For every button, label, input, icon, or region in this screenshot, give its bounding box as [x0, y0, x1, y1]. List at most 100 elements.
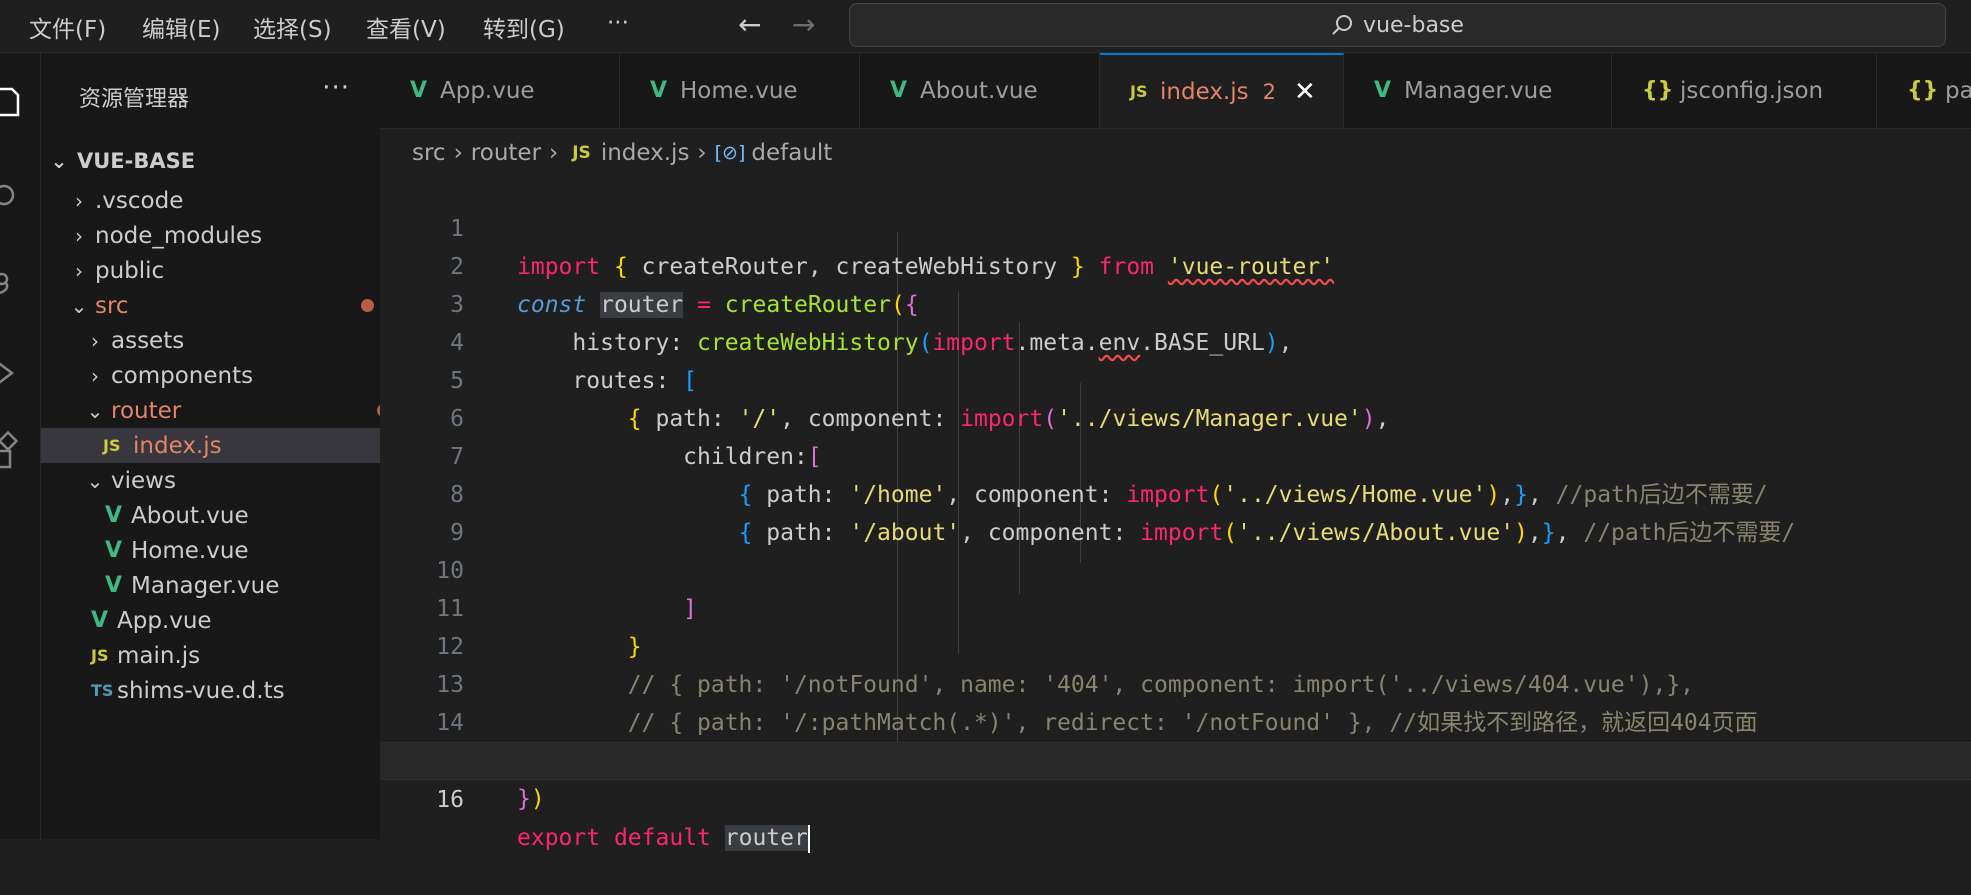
more-actions-icon[interactable]: ···	[322, 73, 350, 103]
menu-file[interactable]: 文件(F)	[29, 10, 106, 44]
tree-folder-views[interactable]: ⌄ views	[41, 463, 424, 498]
vue-file-icon: V	[890, 78, 908, 103]
chevron-right-icon: ›	[91, 363, 99, 388]
line-number: 16	[436, 787, 464, 813]
tree-folder-vscode[interactable]: › .vscode	[41, 183, 408, 218]
tree-folder-router[interactable]: ⌄ router	[41, 393, 424, 428]
tab-label: jsconfig.json	[1680, 77, 1824, 104]
code-editor[interactable]: 1 import { createRouter, createWebHistor…	[380, 172, 1971, 853]
code-text: })	[517, 786, 545, 812]
tree-file-app-vue[interactable]: V App.vue	[41, 603, 430, 638]
chevron-right-icon: ›	[697, 140, 707, 166]
code-line: 3 history: createWebHistory(import.meta.…	[380, 248, 1971, 356]
tab-label: About.vue	[920, 77, 1038, 104]
workspace-root-label: VUE-BASE	[77, 149, 196, 173]
breadcrumb-router[interactable]: router	[471, 140, 541, 166]
chevron-right-icon: ›	[75, 258, 83, 283]
tab-about-vue[interactable]: V About.vue	[860, 53, 1100, 128]
tree-file-main-js[interactable]: JS main.js	[41, 638, 430, 673]
code-line: 13 // { path: '/:pathMatch(.*)', redirec…	[380, 628, 1971, 736]
menu-edit[interactable]: 编辑(E)	[142, 10, 220, 44]
vue-file-icon: V	[105, 503, 123, 528]
tree-folder-components[interactable]: › components	[41, 358, 424, 393]
tree-label: src	[95, 292, 129, 319]
vue-file-icon: V	[1374, 78, 1392, 103]
breadcrumb: src › router › JS index.js › [⊘] default	[412, 136, 832, 170]
chevron-down-icon: ⌄	[86, 468, 104, 493]
vue-file-icon: V	[410, 78, 428, 103]
explorer-icon[interactable]	[0, 81, 40, 121]
code-line: 4 routes: [	[380, 286, 1971, 394]
explorer-sidebar: 资源管理器 ··· ⌄ VUE-BASE › .vscode › node_mo…	[41, 53, 442, 839]
tree-label: public	[95, 257, 165, 284]
tree-label: main.js	[117, 642, 201, 669]
tree-label: Manager.vue	[131, 572, 280, 599]
tree-label: assets	[111, 327, 185, 354]
command-center-search[interactable]: vue-base	[849, 3, 1946, 47]
search-icon	[1332, 15, 1353, 35]
tab-label: index.js	[1160, 78, 1249, 105]
json-file-icon: {}	[1907, 78, 1939, 103]
chevron-right-icon: ›	[91, 328, 99, 353]
extensions-icon[interactable]	[0, 431, 40, 471]
code-line: 11 }	[380, 552, 1971, 660]
tree-folder-src[interactable]: ⌄ src	[41, 288, 408, 323]
symbol-variable-icon: [⊘]	[714, 142, 746, 164]
activity-bar	[0, 53, 41, 839]
tree-folder-assets[interactable]: › assets	[41, 323, 424, 358]
tree-label: node_modules	[95, 222, 263, 249]
breadcrumb-index-js[interactable]: index.js	[601, 140, 690, 166]
chevron-down-icon: ⌄	[70, 293, 88, 318]
tab-home-vue[interactable]: V Home.vue	[620, 53, 860, 128]
tab-manager-vue[interactable]: V Manager.vue	[1344, 53, 1612, 128]
code-line-current: 16 export default router	[380, 742, 1971, 853]
tree-label: views	[111, 467, 176, 494]
source-control-icon[interactable]	[0, 265, 40, 305]
tab-label: Manager.vue	[1404, 77, 1553, 104]
code-line: 8 { path: '/about', component: import('.…	[380, 438, 1971, 546]
vue-file-icon: V	[105, 573, 123, 598]
js-file-icon: JS	[1130, 82, 1148, 101]
tree-label: index.js	[133, 432, 222, 459]
menu-go[interactable]: 转到(G)	[483, 10, 565, 44]
code-text: export default router	[517, 824, 810, 853]
tree-label: About.vue	[131, 502, 249, 529]
json-file-icon: {}	[1642, 78, 1674, 103]
tree-label: Home.vue	[131, 537, 249, 564]
breadcrumb-default[interactable]: default	[751, 140, 832, 166]
tab-jsconfig-json[interactable]: {} jsconfig.json	[1612, 53, 1877, 128]
tree-folder-node-modules[interactable]: › node_modules	[41, 218, 408, 253]
run-debug-icon[interactable]	[0, 353, 40, 393]
tab-index-js[interactable]: JS index.js 2 ✕	[1100, 53, 1344, 128]
tree-label: .vscode	[95, 187, 184, 214]
close-icon[interactable]: ✕	[1294, 77, 1316, 107]
code-line: 7 { path: '/home', component: import('..…	[380, 400, 1971, 508]
tab-label: App.vue	[440, 77, 535, 104]
menu-selection[interactable]: 选择(S)	[253, 10, 332, 44]
chevron-down-icon: ⌄	[86, 398, 104, 423]
code-line: 1 import { createRouter, createWebHistor…	[380, 172, 1971, 280]
code-line: 2 const router = createRouter({	[380, 210, 1971, 318]
js-file-icon: JS	[572, 143, 591, 163]
tab-package-json[interactable]: {} pac	[1877, 53, 1971, 128]
chevron-right-icon: ›	[75, 223, 83, 248]
code-line: 10 ]	[380, 514, 1971, 622]
tree-folder-public[interactable]: › public	[41, 253, 408, 288]
search-sidebar-icon[interactable]	[0, 173, 40, 213]
tree-file-shims-vue-d-ts[interactable]: TS shims-vue.d.ts	[41, 673, 430, 708]
breadcrumb-src[interactable]: src	[412, 140, 446, 166]
code-line: 6 children:[	[380, 362, 1971, 470]
workspace-root[interactable]: ⌄ VUE-BASE	[41, 139, 388, 183]
menu-view[interactable]: 查看(V)	[366, 10, 446, 44]
menu-more[interactable]: ···	[607, 10, 629, 36]
vue-file-icon: V	[650, 78, 668, 103]
tab-app-vue[interactable]: V App.vue	[380, 53, 620, 128]
js-file-icon: JS	[103, 436, 121, 455]
sidebar-title: 资源管理器	[79, 87, 190, 112]
tree-label: router	[111, 397, 182, 424]
tree-label: components	[111, 362, 254, 389]
vue-file-icon: V	[105, 538, 123, 563]
back-arrow-icon[interactable]: ←	[738, 8, 761, 41]
forward-arrow-icon[interactable]: →	[792, 8, 815, 41]
tree-label: shims-vue.d.ts	[117, 677, 285, 704]
